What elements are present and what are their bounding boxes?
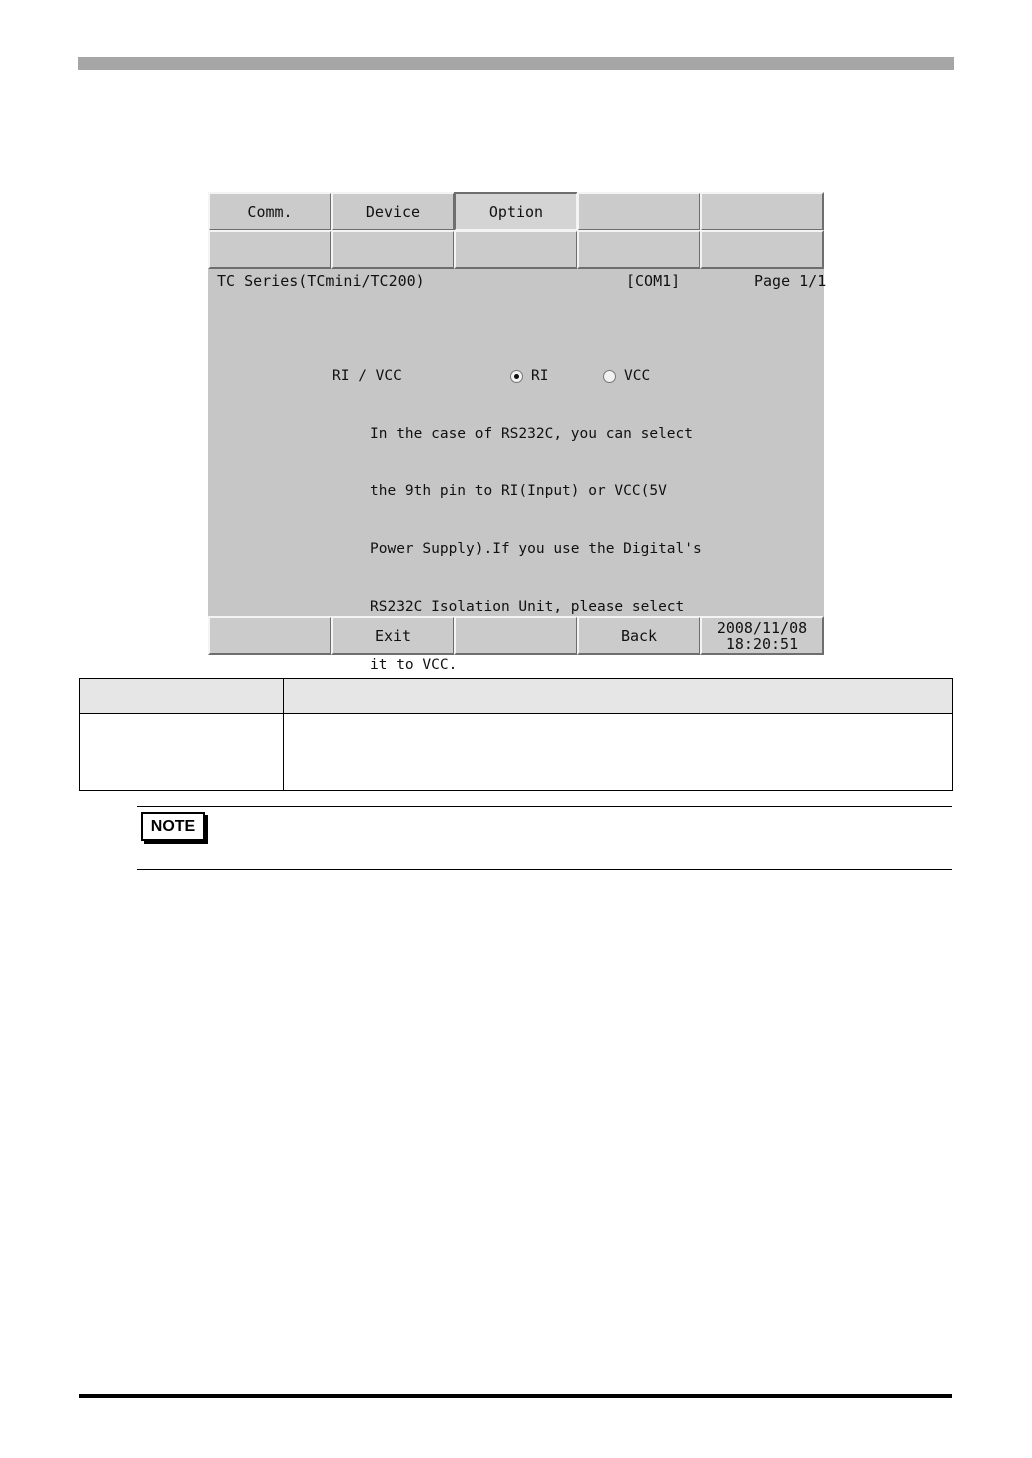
tab-row2-4[interactable] [577, 230, 701, 269]
table-header-row [80, 679, 952, 714]
tab-comm[interactable]: Comm. [208, 192, 332, 231]
page-indicator: Page 1/1 [754, 272, 827, 290]
tab-row2-2[interactable] [331, 230, 455, 269]
radio-vcc[interactable] [603, 370, 616, 383]
radio-ri-label: RI [531, 368, 549, 384]
radio-vcc-label: VCC [624, 368, 651, 384]
description-line: In the case of RS232C, you can select [370, 425, 694, 442]
tab-option[interactable]: Option [454, 192, 578, 231]
footer-blank-1[interactable] [208, 616, 332, 655]
tab-device[interactable]: Device [331, 192, 455, 231]
table-column-divider [283, 679, 284, 790]
note-top-rule [137, 806, 952, 807]
description-line: Power Supply).If you use the Digital's [370, 541, 702, 558]
radio-ri[interactable] [510, 370, 523, 383]
note-badge: NOTE [141, 812, 205, 841]
time-text: 18:20:51 [725, 634, 799, 653]
tab-blank-4[interactable] [577, 192, 701, 231]
settings-table [79, 678, 953, 791]
back-button[interactable]: Back [577, 616, 701, 655]
tab-row2-1[interactable] [208, 230, 332, 269]
date-text: 2008/11/08 [716, 618, 808, 637]
description-line: the 9th pin to RI(Input) or VCC(5V [370, 483, 667, 500]
page-footer-rule [79, 1394, 952, 1398]
note-bottom-rule [137, 869, 952, 870]
tab-blank-5[interactable] [700, 192, 824, 231]
setting-screen-panel: Comm. Device Option TC Series(TCmini/TC2… [208, 192, 827, 673]
port-label: [COM1] [626, 272, 681, 290]
setting-description: In the case of RS232C, you can select th… [370, 386, 702, 714]
device-title: TC Series(TCmini/TC200) [217, 272, 425, 290]
exit-button[interactable]: Exit [331, 616, 455, 655]
footer-blank-3[interactable] [454, 616, 578, 655]
ri-vcc-label: RI / VCC [332, 368, 402, 384]
page-header-bar [78, 57, 954, 70]
datetime-display: 2008/11/08 18:20:51 [700, 616, 824, 655]
description-line: it to VCC. [370, 657, 458, 674]
tab-row2-5[interactable] [700, 230, 824, 269]
tab-row2-3[interactable] [454, 230, 578, 269]
description-line: RS232C Isolation Unit, please select [370, 599, 685, 616]
